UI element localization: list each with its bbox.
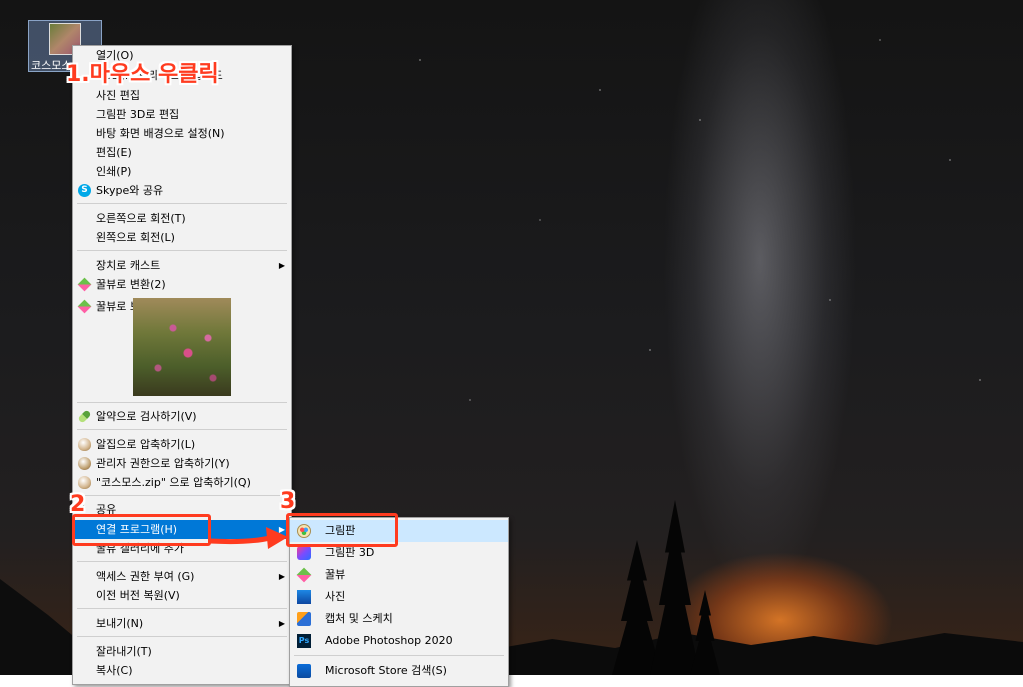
menu-separator	[77, 429, 287, 430]
menu-item-send-to[interactable]: 보내기(N) ▶	[73, 614, 291, 633]
menu-item-rotate-left[interactable]: 왼쪽으로 회전(L)	[73, 228, 291, 247]
annotation-box-step3	[286, 513, 398, 547]
submenu-item-store-search[interactable]: Microsoft Store 검색(S)	[290, 660, 508, 682]
menu-item-label: Microsoft Store 검색(S)	[325, 664, 447, 677]
menu-item-label: 인쇄(P)	[96, 165, 132, 178]
menu-separator	[77, 250, 287, 251]
submenu-item-snip-sketch[interactable]: 캡처 및 스케치	[290, 608, 508, 630]
menu-item-copy[interactable]: 복사(C)	[73, 661, 291, 680]
menu-item-restore-versions[interactable]: 이전 버전 복원(V)	[73, 586, 291, 605]
menu-item-label: 장치로 캐스트	[96, 259, 161, 272]
menu-item-label: Skype와 공유	[96, 184, 164, 197]
store-icon	[297, 664, 311, 678]
photos-icon	[297, 590, 311, 604]
photoshop-icon: Ps	[297, 634, 311, 648]
menu-item-alzip-compress[interactable]: 알집으로 압축하기(L)	[73, 435, 291, 454]
menu-item-label: 꿀뷰로 변환(2)	[96, 278, 166, 291]
menu-item-label: 알집으로 압축하기(L)	[96, 438, 196, 451]
menu-item-label: 꿀뷰	[325, 568, 346, 581]
submenu-arrow-icon: ▶	[278, 572, 285, 581]
submenu-item-honeyview[interactable]: 꿀뷰	[290, 564, 508, 586]
menu-item-edit-photo[interactable]: 사진 편집	[73, 86, 291, 105]
menu-item-label: 보내기(N)	[96, 617, 144, 630]
menu-separator	[77, 561, 287, 562]
submenu-arrow-icon: ▶	[278, 261, 285, 270]
honeyview-icon	[77, 277, 92, 292]
menu-item-set-wallpaper[interactable]: 바탕 화면 배경으로 설정(N)	[73, 124, 291, 143]
annotation-step3: 3	[280, 489, 296, 514]
alzip-admin-icon	[78, 457, 91, 470]
alzip-icon	[78, 476, 91, 489]
menu-item-label: 알약으로 검사하기(V)	[96, 410, 197, 423]
menu-item-label: "코스모스.zip" 으로 압축하기(Q)	[96, 476, 251, 489]
menu-item-label: 캡처 및 스케치	[325, 612, 393, 625]
menu-item-alzip-admin-compress[interactable]: 관리자 권한으로 압축하기(Y)	[73, 454, 291, 473]
submenu-arrow-icon: ▶	[278, 619, 285, 628]
skype-icon: S	[78, 184, 91, 197]
honeyview-icon	[77, 299, 92, 314]
menu-item-edit[interactable]: 편집(E)	[73, 143, 291, 162]
menu-item-edit-paint3d[interactable]: 그림판 3D로 편집	[73, 105, 291, 124]
menu-item-rotate-right[interactable]: 오른쪽으로 회전(T)	[73, 209, 291, 228]
snip-sketch-icon	[297, 612, 311, 626]
menu-item-label: 오른쪽으로 회전(T)	[96, 212, 186, 225]
menu-item-give-access[interactable]: 액세스 권한 부여 (G) ▶	[73, 567, 291, 586]
menu-item-alyac-scan[interactable]: 알약으로 검사하기(V)	[73, 407, 291, 426]
alyac-icon	[77, 409, 92, 424]
image-preview	[133, 298, 231, 396]
menu-separator	[77, 636, 287, 637]
menu-item-print[interactable]: 인쇄(P)	[73, 162, 291, 181]
menu-item-label: 복사(C)	[96, 664, 133, 677]
annotation-step1: 1.마우스 우클릭	[66, 62, 219, 87]
menu-item-label: 잘라내기(T)	[96, 645, 152, 658]
menu-item-label: 편집(E)	[96, 146, 132, 159]
menu-item-label: 바탕 화면 배경으로 설정(N)	[96, 127, 225, 140]
menu-separator	[77, 608, 287, 609]
paint3d-icon	[297, 546, 311, 560]
menu-separator	[294, 655, 504, 656]
menu-item-skype-share[interactable]: S Skype와 공유	[73, 181, 291, 200]
annotation-step2: 2	[70, 492, 86, 517]
alzip-icon	[78, 438, 91, 451]
menu-item-label: 이전 버전 복원(V)	[96, 589, 180, 602]
menu-item-alzip-compress-named[interactable]: "코스모스.zip" 으로 압축하기(Q)	[73, 473, 291, 492]
menu-separator	[77, 402, 287, 403]
annotation-box-step2	[72, 514, 211, 546]
menu-item-label: Adobe Photoshop 2020	[325, 634, 453, 647]
menu-separator	[77, 495, 287, 496]
menu-item-label: 왼쪽으로 회전(L)	[96, 231, 175, 244]
annotation-arrow-icon	[208, 527, 288, 549]
menu-separator	[77, 203, 287, 204]
menu-item-label: 그림판 3D	[325, 546, 375, 559]
menu-item-label: 관리자 권한으로 압축하기(Y)	[96, 457, 230, 470]
submenu-item-photoshop[interactable]: Ps Adobe Photoshop 2020	[290, 630, 508, 652]
menu-item-cut[interactable]: 잘라내기(T)	[73, 642, 291, 661]
menu-item-label: 사진 편집	[96, 89, 140, 102]
menu-item-label: 사진	[325, 590, 346, 603]
honeyview-icon	[296, 567, 312, 583]
menu-item-honeyview-convert[interactable]: 꿀뷰로 변환(2)	[73, 275, 291, 294]
menu-item-label: 액세스 권한 부여 (G)	[96, 570, 195, 583]
menu-item-cast-to-device[interactable]: 장치로 캐스트 ▶	[73, 256, 291, 275]
submenu-item-photos[interactable]: 사진	[290, 586, 508, 608]
menu-item-label: 그림판 3D로 편집	[96, 108, 180, 121]
context-menu: 열기(O) Google 드라이브에 업로드 사진 편집 그림판 3D로 편집 …	[72, 45, 292, 685]
